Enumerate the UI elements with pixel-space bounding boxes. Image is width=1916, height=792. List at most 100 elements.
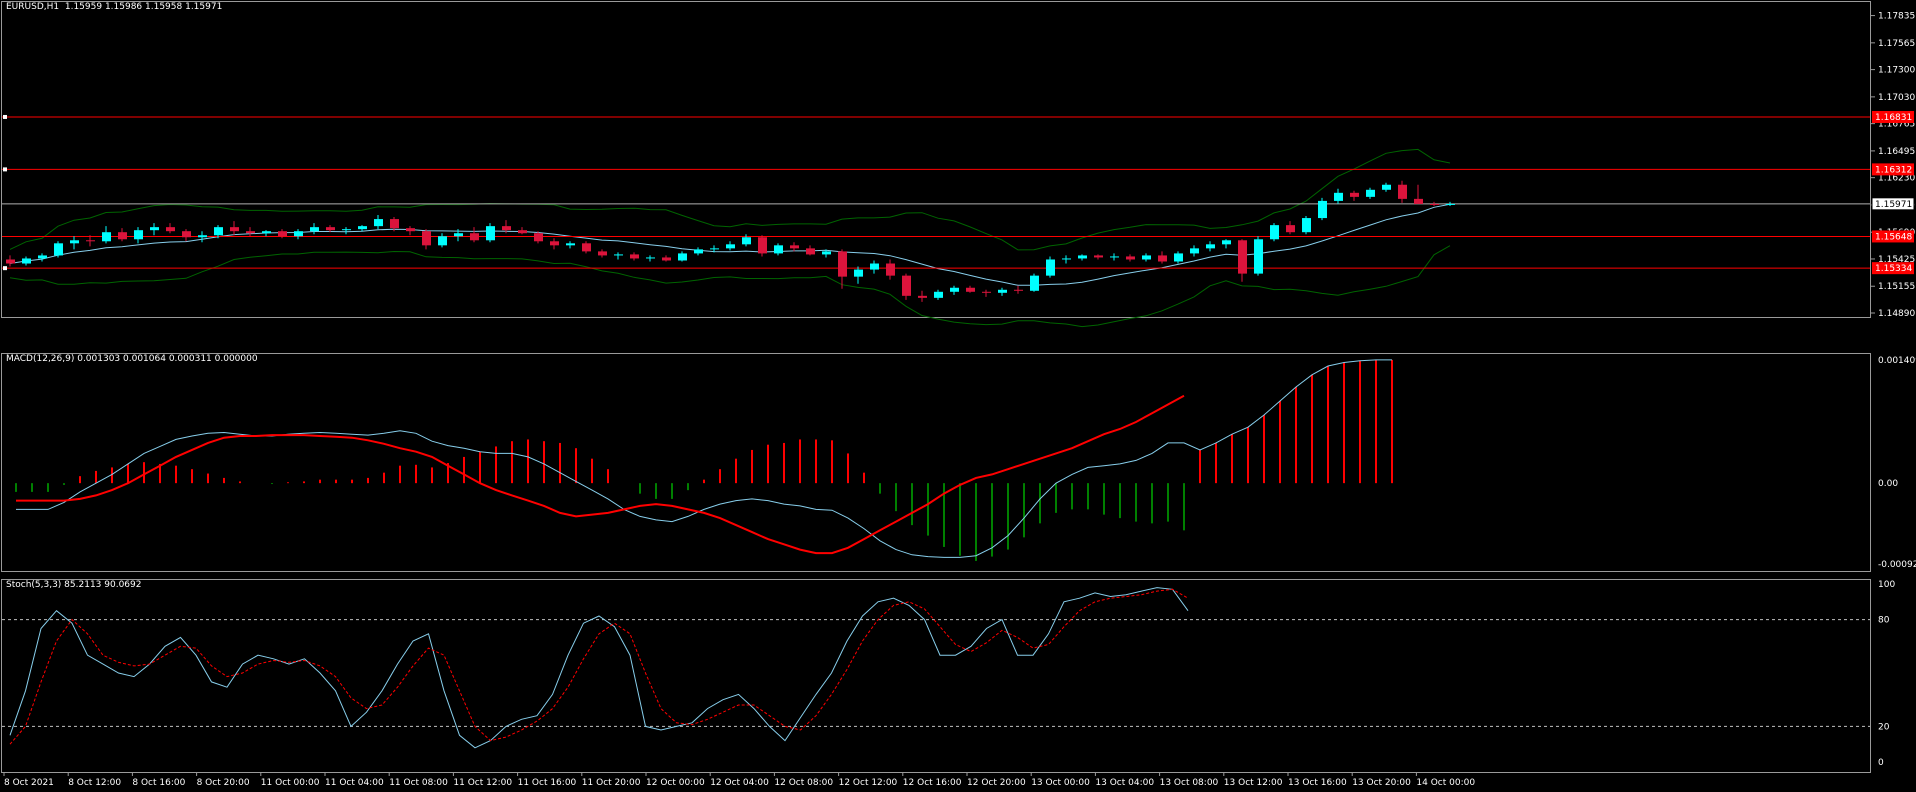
macd-chart[interactable]: 0.001409 0.00 -0.000925 bbox=[0, 352, 1916, 571]
bear-candle bbox=[550, 241, 559, 246]
bull-candle bbox=[1254, 239, 1263, 274]
bull-candle bbox=[566, 243, 575, 246]
bear-candle bbox=[86, 240, 95, 242]
bull-candle bbox=[214, 227, 223, 236]
bear-candle bbox=[806, 248, 815, 255]
bear-candle bbox=[838, 251, 847, 277]
bear-candle bbox=[230, 227, 239, 232]
time-tick-label: 12 Oct 08:00 bbox=[774, 778, 833, 788]
bear-candle bbox=[534, 233, 543, 242]
bear-candle bbox=[278, 231, 287, 237]
bull-candle bbox=[854, 269, 863, 277]
bear-candle bbox=[1126, 256, 1135, 260]
upper-band-line bbox=[9, 148, 1451, 251]
time-tick-label: 13 Oct 08:00 bbox=[1160, 778, 1219, 788]
time-tick-label: 14 Oct 00:00 bbox=[1416, 778, 1475, 788]
bull-candle bbox=[38, 255, 47, 259]
price-tick-label: 1.17030 bbox=[1878, 93, 1915, 103]
bull-candle bbox=[486, 226, 495, 241]
price-level-tag-label: 1.15648 bbox=[1875, 232, 1912, 242]
time-tick-label: 11 Oct 20:00 bbox=[582, 778, 641, 788]
bull-candle bbox=[1190, 248, 1199, 254]
price-tick-label: 1.15155 bbox=[1878, 282, 1915, 292]
price-level-tag-label: 1.15334 bbox=[1875, 264, 1912, 274]
time-tick-label: 13 Oct 12:00 bbox=[1224, 778, 1283, 788]
bull-candle bbox=[1046, 259, 1055, 276]
bull-candle bbox=[22, 258, 31, 264]
bull-candle bbox=[1382, 184, 1391, 190]
time-tick-label: 13 Oct 16:00 bbox=[1288, 778, 1347, 788]
time-tick-label: 12 Oct 00:00 bbox=[646, 778, 705, 788]
price-chart[interactable]: 1.178351.175651.173001.170301.167651.164… bbox=[0, 0, 1916, 328]
time-tick-label: 12 Oct 04:00 bbox=[710, 778, 769, 788]
bear-candle bbox=[982, 291, 991, 293]
lower-band-line bbox=[9, 245, 1451, 328]
price-tick-label: 1.16495 bbox=[1878, 147, 1915, 157]
time-axis: 8 Oct 2021 8 Oct 12:00 8 Oct 16:00 8 Oct 20… bbox=[3, 772, 1475, 788]
bull-candle bbox=[454, 233, 463, 237]
bull-candle bbox=[614, 254, 623, 256]
bull-candle bbox=[358, 226, 367, 230]
time-tick-label: 12 Oct 16:00 bbox=[903, 778, 962, 788]
stoch-pane[interactable]: Stoch(5,3,3) 85.2113 90.0692 100 80 20 0 bbox=[0, 578, 1916, 773]
bear-candle bbox=[1286, 225, 1295, 233]
bull-candle bbox=[1366, 189, 1375, 197]
bull-candle bbox=[374, 219, 383, 227]
stoch-tick-label: 20 bbox=[1878, 722, 1890, 732]
time-tick-label: 11 Oct 00:00 bbox=[261, 778, 320, 788]
macd-pane[interactable]: MACD(12,26,9) 0.001303 0.001064 0.000311… bbox=[0, 352, 1916, 572]
price-pane[interactable]: EURUSD,H1 1.15959 1.15986 1.15958 1.1597… bbox=[0, 0, 1916, 328]
time-tick-label: 8 Oct 16:00 bbox=[132, 778, 185, 788]
bull-candle bbox=[998, 289, 1007, 293]
bull-candle bbox=[1222, 240, 1231, 245]
level-anchor-marker bbox=[3, 266, 7, 271]
bull-candle bbox=[822, 251, 831, 255]
bull-candle bbox=[54, 243, 63, 256]
price-tick-label: 1.17300 bbox=[1878, 66, 1915, 76]
bull-candle bbox=[198, 235, 207, 238]
time-tick-label: 8 Oct 12:00 bbox=[68, 778, 121, 788]
stoch-chart[interactable]: 100 80 20 0 bbox=[0, 578, 1916, 772]
bull-candle bbox=[70, 240, 79, 244]
time-tick-label: 8 Oct 2021 bbox=[4, 778, 54, 788]
time-tick-label: 13 Oct 04:00 bbox=[1095, 778, 1154, 788]
bear-candle bbox=[598, 251, 607, 256]
macd-main-line bbox=[16, 359, 1392, 558]
bull-candle bbox=[742, 237, 751, 245]
bull-candle bbox=[1030, 275, 1039, 291]
time-tick-label: 12 Oct 20:00 bbox=[967, 778, 1026, 788]
bear-candle bbox=[1430, 203, 1439, 205]
bull-candle bbox=[134, 230, 143, 240]
bear-candle bbox=[326, 227, 335, 231]
bull-candle bbox=[438, 236, 447, 246]
bull-candle bbox=[102, 232, 111, 242]
price-tick-label: 1.17835 bbox=[1878, 12, 1915, 22]
time-tick-label: 13 Oct 20:00 bbox=[1352, 778, 1411, 788]
macd-tick-label: 0.00 bbox=[1878, 479, 1898, 489]
bull-candle bbox=[1062, 258, 1071, 260]
bull-candle bbox=[950, 287, 959, 292]
bull-candle bbox=[1270, 225, 1279, 240]
level-anchor-marker bbox=[3, 167, 7, 172]
bull-candle bbox=[726, 244, 735, 249]
stoch-tick-label: 0 bbox=[1878, 758, 1884, 768]
bear-candle bbox=[118, 232, 127, 240]
bear-candle bbox=[502, 226, 511, 231]
bear-candle bbox=[886, 263, 895, 276]
bear-candle bbox=[406, 228, 415, 232]
bear-candle bbox=[1350, 192, 1359, 197]
bear-candle bbox=[758, 237, 767, 254]
bear-candle bbox=[582, 243, 591, 252]
price-tick-label: 1.14890 bbox=[1878, 309, 1915, 319]
stoch-signal-line bbox=[9, 588, 1189, 745]
macd-tick-label: 0.001409 bbox=[1878, 356, 1916, 366]
bear-candle bbox=[1014, 289, 1023, 291]
macd-tick-label: -0.000925 bbox=[1878, 560, 1916, 570]
price-tick-label: 1.17565 bbox=[1878, 39, 1915, 49]
stoch-tick-label: 80 bbox=[1878, 616, 1890, 626]
bull-candle bbox=[934, 291, 943, 298]
bear-candle bbox=[630, 254, 639, 259]
bear-candle bbox=[166, 227, 175, 232]
bull-candle bbox=[1142, 255, 1151, 260]
time-tick-label: 11 Oct 08:00 bbox=[389, 778, 448, 788]
